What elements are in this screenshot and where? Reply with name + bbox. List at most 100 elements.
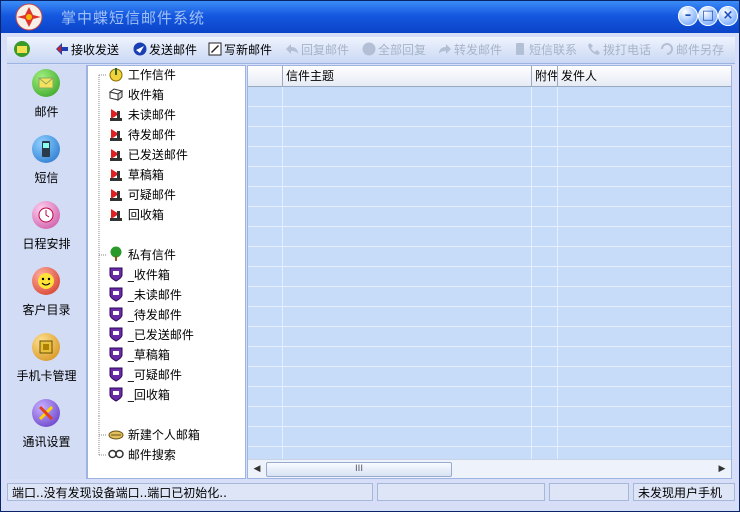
mail-list-body[interactable]	[248, 87, 731, 459]
column-divider	[531, 87, 532, 459]
sms-contact-button[interactable]: 短信联系	[513, 40, 577, 60]
send-mail-button[interactable]: 发送邮件	[133, 40, 197, 60]
sidebar-item-schedule[interactable]: 日程安排	[7, 199, 86, 263]
mailbox-icon	[108, 206, 124, 222]
tree-item-private-outbox[interactable]: _待发邮件	[108, 306, 182, 324]
search-icon	[108, 446, 124, 462]
tree-item-recycle[interactable]: 回收箱	[108, 206, 164, 224]
tree-item-private-drafts[interactable]: _草稿箱	[108, 346, 170, 364]
close-icon: ×	[722, 8, 734, 23]
reply-all-icon	[362, 42, 376, 56]
save-as-button[interactable]: 邮件另存	[660, 40, 724, 60]
restore-button[interactable]: □	[698, 6, 718, 26]
shield-folder-icon	[108, 326, 124, 342]
mail-list-header: 信件主题 附件 发件人	[248, 66, 731, 87]
shield-folder-icon	[108, 306, 124, 322]
status-bar: 端口..没有发现设备端口..端口已初始化.. 未发现用户手机	[7, 483, 735, 503]
calendar-icon	[32, 201, 60, 229]
phone-call-icon	[588, 43, 600, 55]
sidebar-item-sms[interactable]: 短信	[7, 133, 86, 197]
tree-icon	[108, 246, 124, 262]
status-message: 端口..没有发现设备端口..端口已初始化..	[7, 483, 373, 501]
mobile-phone-icon	[32, 135, 60, 163]
smiley-contacts-icon	[32, 267, 60, 295]
status-panel-2	[377, 483, 545, 501]
compose-icon	[208, 42, 222, 56]
mailbox-icon	[108, 146, 124, 162]
compose-mail-button[interactable]: 写新邮件	[208, 40, 272, 60]
column-header-sender[interactable]: 发件人	[558, 66, 731, 86]
send-receive-button[interactable]: 接收发送	[55, 40, 119, 60]
toolbar: 接收发送 发送邮件 写新邮件 回复邮件 全部回复 转发邮件 短信联系 拨打电话 …	[7, 37, 735, 64]
mail-home-icon	[14, 41, 30, 57]
sidebar: 邮件 短信 日程安排 客户目录 手机卡管理 通讯设置	[7, 65, 87, 479]
reply-icon	[286, 44, 298, 54]
column-header-subject[interactable]: 信件主题	[283, 66, 532, 86]
tree-item-private-suspicious[interactable]: _可疑邮件	[108, 366, 182, 384]
mail-home-button[interactable]	[13, 40, 33, 60]
tree-item-work-mail[interactable]: 工作信件	[108, 66, 176, 84]
reply-button[interactable]: 回复邮件	[285, 40, 349, 60]
tools-settings-icon	[32, 399, 60, 427]
scroll-thumb[interactable]: III	[266, 462, 452, 477]
send-mail-icon	[133, 42, 147, 56]
sidebar-item-sim-card[interactable]: 手机卡管理	[7, 331, 86, 395]
tree-item-private-inbox[interactable]: _收件箱	[108, 266, 170, 284]
inbox-icon	[108, 86, 124, 102]
work-folder-icon	[108, 66, 124, 82]
column-divider	[282, 87, 283, 459]
tree-item-private-unread[interactable]: _未读邮件	[108, 286, 182, 304]
sim-card-icon	[32, 333, 60, 361]
status-panel-3	[549, 483, 629, 501]
shield-folder-icon	[108, 286, 124, 302]
tree-item-mail-search[interactable]: 邮件搜索	[108, 446, 176, 464]
mail-list: 信件主题 附件 发件人 ◀ III ▶	[247, 65, 732, 479]
mailbox-icon	[108, 126, 124, 142]
horizontal-scrollbar[interactable]: ◀ III ▶	[248, 459, 731, 478]
column-divider	[557, 87, 558, 459]
column-header-attachment[interactable]: 附件	[532, 66, 558, 86]
title-bar: 掌中蝶短信邮件系统 – □ ×	[1, 1, 739, 33]
scroll-right-arrow-icon[interactable]: ▶	[715, 462, 729, 476]
tree-item-private-recycle[interactable]: _回收箱	[108, 386, 170, 404]
minimize-button[interactable]: –	[678, 6, 698, 26]
folder-tree: 工作信件 收件箱 未读邮件 待发邮件 已发送邮件 草稿箱 可疑邮件 回收箱 私有…	[87, 65, 246, 479]
sidebar-item-comm-settings[interactable]: 通讯设置	[7, 397, 86, 461]
tree-item-private-mail[interactable]: 私有信件	[108, 246, 176, 264]
forward-icon	[439, 44, 451, 54]
mailbox-icon	[108, 186, 124, 202]
tree-item-inbox[interactable]: 收件箱	[108, 86, 164, 104]
tree-item-private-sent[interactable]: _已发送邮件	[108, 326, 194, 344]
mailbox-icon	[108, 106, 124, 122]
tree-item-sent[interactable]: 已发送邮件	[108, 146, 188, 164]
send-receive-icon	[56, 43, 68, 55]
column-header-indicator[interactable]	[248, 66, 283, 86]
tree-item-outbox[interactable]: 待发邮件	[108, 126, 176, 144]
mail-icon	[32, 69, 60, 97]
tree-item-new-mailbox[interactable]: 新建个人邮箱	[108, 426, 200, 444]
tree-item-suspicious[interactable]: 可疑邮件	[108, 186, 176, 204]
shield-folder-icon	[108, 366, 124, 382]
butterfly-logo-icon	[15, 3, 43, 31]
scroll-left-arrow-icon[interactable]: ◀	[250, 462, 264, 476]
minimize-icon: –	[684, 8, 692, 23]
save-as-icon	[661, 43, 673, 55]
shield-folder-icon	[108, 346, 124, 362]
tree-item-unread[interactable]: 未读邮件	[108, 106, 176, 124]
window-title: 掌中蝶短信邮件系统	[61, 9, 206, 27]
forward-button[interactable]: 转发邮件	[438, 40, 502, 60]
phone-call-button[interactable]: 拨打电话	[587, 40, 651, 60]
shield-folder-icon	[108, 386, 124, 402]
new-mailbox-icon	[108, 426, 124, 442]
restore-icon: □	[701, 8, 715, 23]
app-window: 掌中蝶短信邮件系统 – □ × 接收发送 发送邮件 写新邮件 回复邮件 全部回复…	[0, 0, 740, 512]
sidebar-item-contacts[interactable]: 客户目录	[7, 265, 86, 329]
close-button[interactable]: ×	[718, 6, 738, 26]
user-phone-status: 未发现用户手机	[633, 483, 735, 501]
sidebar-item-mail[interactable]: 邮件	[7, 67, 86, 131]
sms-contact-icon	[516, 43, 524, 55]
reply-all-button[interactable]: 全部回复	[362, 40, 426, 60]
tree-item-drafts[interactable]: 草稿箱	[108, 166, 164, 184]
shield-folder-icon	[108, 266, 124, 282]
mailbox-icon	[108, 166, 124, 182]
